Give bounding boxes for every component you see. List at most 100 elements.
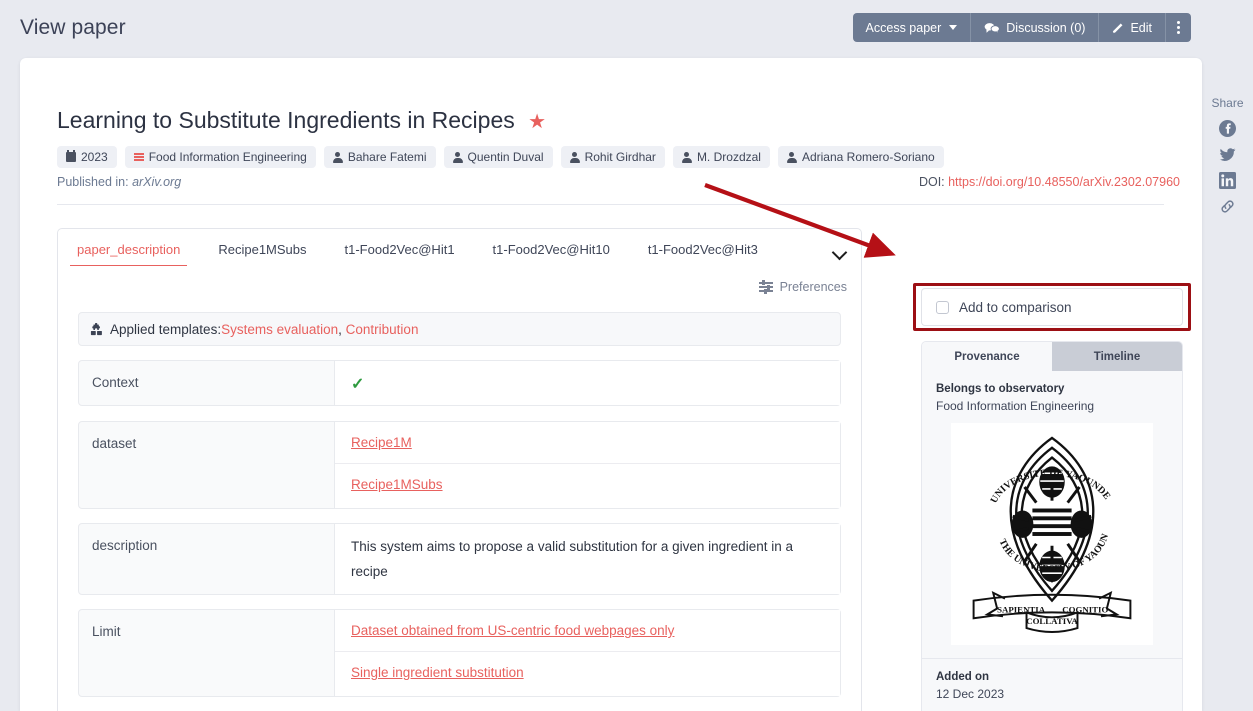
table-row: Context ✓ xyxy=(78,360,841,406)
paper-badges: 2023 Food Information Engineering Bahare… xyxy=(57,146,944,168)
edit-button[interactable]: Edit xyxy=(1099,13,1166,42)
access-paper-label: Access paper xyxy=(866,21,942,35)
badge-author-2-label: Quentin Duval xyxy=(468,150,544,164)
chevron-down-icon xyxy=(832,245,848,261)
template-sep: , xyxy=(338,322,346,337)
preferences-button[interactable]: Preferences xyxy=(759,280,847,294)
row-label: Context xyxy=(79,361,334,405)
badge-year[interactable]: 2023 xyxy=(57,146,117,168)
tab-food2vec-hit10[interactable]: t1-Food2Vec@Hit10 xyxy=(474,232,629,266)
access-paper-button[interactable]: Access paper xyxy=(853,13,972,42)
share-rail: Share xyxy=(1202,58,1253,711)
added-on-section: Added on 12 Dec 2023 xyxy=(922,659,1182,711)
limit-link-1[interactable]: Dataset obtained from US-centric food we… xyxy=(351,623,674,638)
tab-provenance[interactable]: Provenance xyxy=(922,342,1052,371)
tabs-expand-button[interactable] xyxy=(818,241,861,266)
tab-recipe1msubs[interactable]: Recipe1MSubs xyxy=(199,232,325,266)
add-to-comparison-label: Add to comparison xyxy=(959,300,1072,315)
share-label: Share xyxy=(1211,96,1243,110)
header-divider xyxy=(57,204,1164,205)
tab-food2vec-hit1[interactable]: t1-Food2Vec@Hit1 xyxy=(326,232,474,266)
observatory-section: Belongs to observatory Food Information … xyxy=(922,371,1182,659)
row-value: ✓ xyxy=(334,361,840,405)
paper-card: Learning to Substitute Ingredients in Re… xyxy=(20,58,1202,711)
badge-author-1-label: Bahare Fatemi xyxy=(348,150,427,164)
badge-observatory[interactable]: Food Information Engineering xyxy=(125,146,316,168)
row-value: This system aims to propose a valid subs… xyxy=(334,524,840,594)
doi-link[interactable]: https://doi.org/10.48550/arXiv.2302.0796… xyxy=(948,175,1180,189)
provenance-tabs: Provenance Timeline xyxy=(922,342,1182,371)
comments-icon xyxy=(984,22,1000,34)
added-on-value: 12 Dec 2023 xyxy=(936,687,1168,701)
published-venue: arXiv.org xyxy=(132,175,181,189)
template-link-2[interactable]: Contribution xyxy=(346,322,419,337)
svg-text:COGNITIO: COGNITIO xyxy=(1062,604,1108,614)
provenance-card: Provenance Timeline Belongs to observato… xyxy=(921,341,1183,711)
more-options-button[interactable] xyxy=(1166,13,1191,42)
badge-author-4-label: M. Drozdzal xyxy=(697,150,761,164)
badge-author-3[interactable]: Rohit Girdhar xyxy=(561,146,665,168)
observatory-value: Food Information Engineering xyxy=(936,399,1168,413)
badge-author-5-label: Adriana Romero-Soriano xyxy=(802,150,935,164)
table-row: dataset Recipe1M Recipe1MSubs xyxy=(78,421,841,509)
badge-author-3-label: Rohit Girdhar xyxy=(585,150,656,164)
doi-prefix: DOI: xyxy=(919,175,948,189)
facebook-icon[interactable] xyxy=(1219,120,1236,137)
calendar-icon xyxy=(66,152,76,162)
row-value-cell: Recipe1MSubs xyxy=(335,463,840,505)
row-value: Dataset obtained from US-centric food we… xyxy=(334,610,840,696)
badge-observatory-label: Food Information Engineering xyxy=(149,150,307,164)
tab-timeline[interactable]: Timeline xyxy=(1052,342,1182,371)
paper-heading: Learning to Substitute Ingredients in Re… xyxy=(57,107,546,134)
row-label: dataset xyxy=(79,422,334,508)
sliders-icon xyxy=(759,282,773,292)
linkedin-icon[interactable] xyxy=(1219,172,1236,189)
discussion-button[interactable]: Discussion (0) xyxy=(971,13,1099,42)
row-value: Recipe1M Recipe1MSubs xyxy=(334,422,840,508)
template-link-1[interactable]: Systems evaluation xyxy=(221,322,338,337)
discussion-label: Discussion (0) xyxy=(1006,21,1085,35)
limit-link-2[interactable]: Single ingredient substitution xyxy=(351,665,524,680)
tab-paper-description[interactable]: paper_description xyxy=(58,232,199,266)
add-to-comparison-box[interactable]: Add to comparison xyxy=(921,288,1183,326)
preferences-label: Preferences xyxy=(780,280,847,294)
doi-line: DOI: https://doi.org/10.48550/arXiv.2302… xyxy=(919,175,1180,189)
pencil-icon xyxy=(1112,22,1124,34)
list-icon xyxy=(134,153,144,161)
add-to-comparison-checkbox[interactable] xyxy=(936,301,949,314)
observatory-heading: Belongs to observatory xyxy=(936,383,1168,395)
row-value-cell: Single ingredient substitution xyxy=(335,651,840,693)
link-icon[interactable] xyxy=(1219,198,1236,215)
paper-title-text: Learning to Substitute Ingredients in Re… xyxy=(57,107,515,133)
badge-author-2[interactable]: Quentin Duval xyxy=(444,146,553,168)
user-icon xyxy=(453,152,463,163)
row-value-cell: This system aims to propose a valid subs… xyxy=(335,524,840,596)
table-row: description This system aims to propose … xyxy=(78,523,841,595)
page-title: View paper xyxy=(20,16,126,40)
row-value-cell: Dataset obtained from US-centric food we… xyxy=(335,610,840,651)
dataset-link-2[interactable]: Recipe1MSubs xyxy=(351,477,443,492)
paper-action-button-group: Access paper Discussion (0) xyxy=(853,13,1191,42)
puzzle-icon xyxy=(90,323,103,336)
badge-author-4[interactable]: M. Drozdzal xyxy=(673,146,770,168)
tab-food2vec-hit3[interactable]: t1-Food2Vec@Hit3 xyxy=(629,232,777,266)
row-label: Limit xyxy=(79,610,334,696)
user-icon xyxy=(570,152,580,163)
twitter-icon[interactable] xyxy=(1219,146,1236,163)
edit-label: Edit xyxy=(1130,21,1152,35)
star-icon[interactable]: ★ xyxy=(528,111,546,133)
row-value-cell: ✓ xyxy=(335,361,840,407)
check-icon: ✓ xyxy=(351,376,364,393)
content-tabs: paper_description Recipe1MSubs t1-Food2V… xyxy=(57,228,862,266)
added-on-heading: Added on xyxy=(936,671,1168,683)
dataset-link-1[interactable]: Recipe1M xyxy=(351,435,412,450)
more-vertical-icon xyxy=(1177,21,1180,34)
university-of-yaounde-seal-icon: SAPIENTIA COGNITIO COLLATIVA UNIVERSITE … xyxy=(951,423,1153,645)
user-icon xyxy=(787,152,797,163)
user-icon xyxy=(682,152,692,163)
badge-author-1[interactable]: Bahare Fatemi xyxy=(324,146,436,168)
published-prefix: Published in: xyxy=(57,175,132,189)
published-in: Published in: arXiv.org xyxy=(57,175,181,189)
badge-author-5[interactable]: Adriana Romero-Soriano xyxy=(778,146,944,168)
caret-down-icon xyxy=(949,25,957,30)
